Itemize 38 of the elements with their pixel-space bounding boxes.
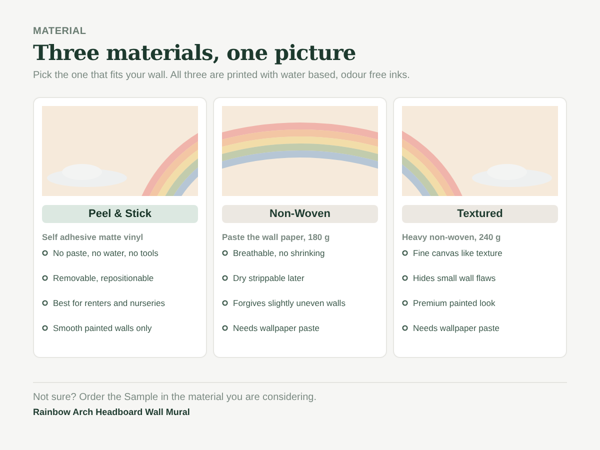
bullet-icon bbox=[222, 324, 228, 330]
feature-text: Premium painted look bbox=[413, 298, 496, 308]
material-spec: Self adhesive matte vinyl bbox=[42, 232, 144, 242]
feature-text: Hides small wall flaws bbox=[413, 272, 496, 282]
feature-text: Best for renters and nurseries bbox=[53, 298, 165, 308]
product-name: Rainbow Arch Headboard Wall Mural bbox=[33, 407, 191, 417]
bullet-icon bbox=[42, 324, 48, 330]
feature-text: Needs wallpaper paste bbox=[413, 322, 500, 332]
bullet-icon bbox=[402, 300, 408, 306]
bullet-icon bbox=[42, 300, 48, 306]
material-card[interactable]: Textured Heavy non-woven, 240 g Fine canvas like texture Hides small wall flaws Premium painted look Needs wallpaper paste bbox=[393, 97, 567, 358]
material-card[interactable]: Non-Woven Paste the wall paper, 180 g Breathable, no shrinking Dry strippable later Forgives slightly uneven walls Needs wallpaper paste bbox=[213, 97, 387, 358]
feature-text: No paste, no water, no tools bbox=[53, 248, 158, 258]
feature-text: Removable, repositionable bbox=[53, 272, 154, 282]
page-subtitle: Pick the one that fits your wall. All three are printed with water based, odour free inks. bbox=[33, 70, 411, 81]
bullet-icon bbox=[42, 274, 48, 280]
feature-text: Fine canvas like texture bbox=[413, 248, 502, 258]
material-spec: Heavy non-woven, 240 g bbox=[402, 232, 502, 242]
bullet-icon bbox=[222, 274, 228, 280]
bullet-icon bbox=[42, 250, 48, 256]
bullet-icon bbox=[402, 250, 408, 256]
bullet-icon bbox=[402, 324, 408, 330]
feature-text: Breathable, no shrinking bbox=[233, 248, 325, 258]
footer-note: Not sure? Order the Sample in the material you are considering. bbox=[33, 392, 318, 403]
material-spec: Paste the wall paper, 180 g bbox=[222, 232, 331, 242]
bullet-icon bbox=[222, 300, 228, 306]
material-card[interactable]: Peel & Stick Self adhesive matte vinyl No paste, no water, no tools Removable, repositionable Best for renters and nurseries Smooth painted walls only bbox=[33, 97, 207, 358]
material-name: Peel & Stick bbox=[42, 205, 198, 223]
feature-text: Dry strippable later bbox=[233, 272, 304, 282]
feature-text: Smooth painted walls only bbox=[53, 322, 152, 332]
feature-text: Forgives slightly uneven walls bbox=[233, 298, 346, 308]
section-label: MATERIAL bbox=[33, 26, 88, 37]
bullet-icon bbox=[402, 274, 408, 280]
feature-text: Needs wallpaper paste bbox=[233, 322, 320, 332]
page-title: Three materials, one picture bbox=[33, 40, 357, 65]
material-name: Non-Woven bbox=[222, 205, 378, 223]
bullet-icon bbox=[222, 250, 228, 256]
material-name: Textured bbox=[402, 205, 558, 223]
